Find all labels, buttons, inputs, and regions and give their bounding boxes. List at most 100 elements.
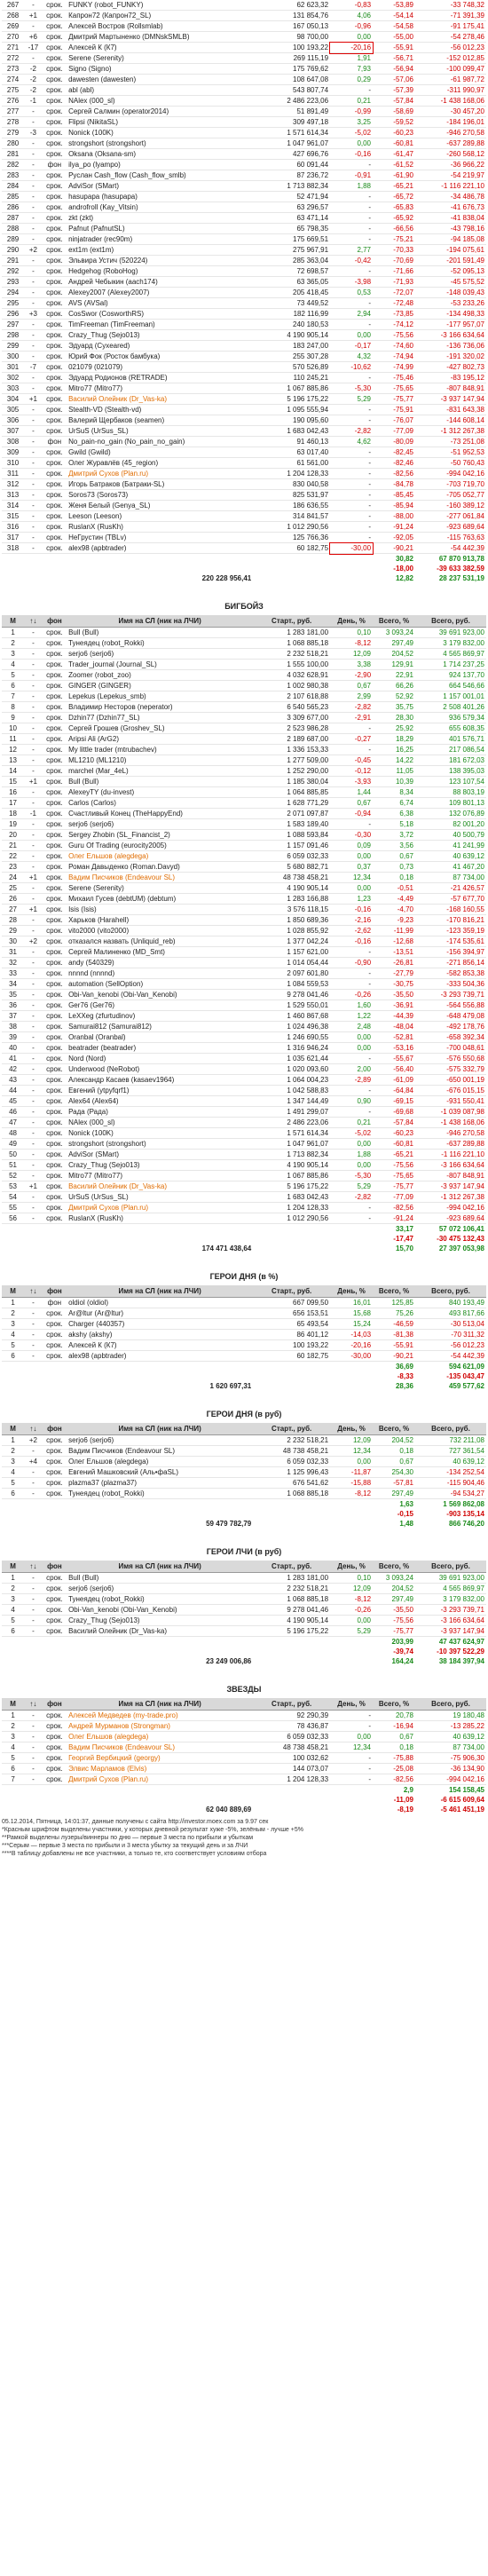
cell-start: 2 107 618,88 [253,691,331,702]
cell-start: 2 071 097,87 [253,808,331,819]
cell-total-rub: 401 576,71 [414,733,486,745]
cell-start: 1 683 042,43 [253,1191,331,1203]
cell-day: 5,29 [330,1625,374,1637]
cell-name: Тунеядец (robot_Rokki) [67,1488,254,1499]
cell-start: 63 017,40 [253,446,331,458]
summary-start-total [2,1371,253,1381]
table-row: 15 +1 срок. Bull (Bull) 1 185 380,04 -3,93 10,… [2,776,486,787]
cell-start: 2 232 518,21 [253,1583,331,1594]
footer-line: **Рамкой выделены лузеры/виннеры по дню … [2,1835,254,1841]
cell-name: Алексей К (К7) [67,42,254,53]
cell-name: Алексей К (К7) [67,1339,254,1351]
cell-total-pct: 0,18 [373,1742,415,1753]
table-row: 301 -7 срок. 021079 (021079) 570 526,89 -10,6… [2,361,486,373]
cell-forum: срок. [42,765,67,777]
cell-forum: срок. [42,1138,67,1150]
table-row: 35- срок. Obi-Van_kenobi (Obi-Van_Kenobi) 9… [2,989,486,1000]
cell-forum: срок. [42,1625,67,1637]
cell-rank: 292 [2,265,25,277]
cell-total-pct: -75,21 [373,233,415,245]
cell-start: 1 068 885,18 [253,1593,331,1605]
cell-total-rub: -576 550,68 [414,1053,486,1064]
cell-day: -0,16 [330,904,374,915]
table-row: 317- срок. НеГрустин (TBLv) 125 766,36- -92,… [2,532,486,543]
cell-forum: срок. [42,223,67,234]
cell-change: - [24,1625,43,1637]
table-row: 269- срок. Алексей Востров (Rollsmlab) 167 … [2,20,486,32]
cell-change: - [24,510,43,522]
cell-start: 543 807,74 [253,84,331,96]
table-row: 13- срок. ML1210 (ML1210) 1 277 509,00 -0,45… [2,755,486,766]
cell-rank: 284 [2,180,25,192]
cell-day: 0,00 [330,882,374,894]
cell-forum: срок. [42,255,67,266]
cell-change: - [24,989,43,1000]
cell-day: -8,12 [330,1488,374,1499]
cell-total-rub: -931 550,41 [414,1095,486,1107]
cell-start: 108 647,08 [253,74,331,85]
footer-line: *Красным шрифтом выделены участники, у к… [2,1827,303,1833]
cell-day: 1,44 [330,786,374,798]
cell-day: 0,90 [330,1095,374,1107]
summary-rub: 459 577,62 [448,1382,484,1390]
cell-total-pct: -57,39 [373,84,415,96]
cell-start: 175 669,51 [253,233,331,245]
heroes-pct-table: М ↑↓ фон Имя на СЛ (ник на ЛЧИ) Старт., … [2,1285,486,1391]
cell-total-rub: -152 012,85 [414,52,486,64]
cell-change: +3 [24,308,43,320]
table-row: 27 +1 срок. Isis (Isis) 3 576 118,15 -0,16 -4,… [2,904,486,915]
table-row: 2- срок. Ar@ltur (Ar@ltur) 656 153,51 15,68 7… [2,1308,486,1319]
cell-name: strongshort (strongshort) [67,138,254,149]
cell-total-pct: -55,91 [373,1339,415,1351]
cell-rank: 299 [2,340,25,352]
cell-day: - [330,968,374,979]
cell-total-pct: -54,14 [373,10,415,21]
cell-total-pct: -74,12 [373,319,415,330]
summary-pct: -18,00 [393,565,413,573]
cell-total-pct: -61,90 [373,170,415,181]
cell-change: - [24,1191,43,1203]
summary-start-total [2,564,253,573]
cell-total-pct: -75,91 [373,404,415,415]
cell-day: - [330,457,374,469]
cell-day: 2,48 [330,1021,374,1032]
cell-forum: срок. [42,723,67,734]
cell-name: abl (abl) [67,84,254,96]
col-start: Старт., руб. [253,1561,331,1573]
table-row: 4- срок. Trader_journal (Journal_SL) 1 555 … [2,659,486,670]
cell-name: Dzhin77 (Dzhin77_SL) [67,712,254,723]
cell-forum: срок. [42,1350,67,1362]
cell-total-rub: -1 312 267,38 [414,1191,486,1203]
cell-total-rub: 181 672,03 [414,755,486,766]
cell-forum: срок. [42,1604,67,1616]
cell-total-pct: -85,94 [373,500,415,511]
cell-total-pct: -61,09 [373,1074,415,1086]
cell-rank: 280 [2,138,25,149]
cell-name: NAlex (000_sl) [67,95,254,107]
cell-name: strongshort (strongshort) [67,1138,254,1150]
summary-rub: -903 135,14 [446,1510,484,1518]
table-row: 4- срок. akshy (akshy) 86 401,12 -14,03 -81,3… [2,1329,486,1340]
table-row: 16- срок. AlexeyTY (du-invest) 1 064 885,85… [2,786,486,798]
table-row: 1- срок. Bull (Bull) 1 283 181,00 0,10 3 093,… [2,627,486,638]
cell-start: 1 012 290,56 [253,521,331,533]
cell-total-pct: -90,21 [373,1350,415,1362]
table-row: 19- срок. serjo6 (serjo6) 1 583 189,40-5,18… [2,818,486,830]
cell-total-pct: -55,67 [373,1053,415,1064]
cell-change: - [24,468,43,479]
cell-day: -5,30 [330,1170,374,1181]
cell-total-rub: 4 565 869,97 [414,1583,486,1594]
cell-day: -20,16 [329,41,374,54]
cell-change: - [24,1350,43,1362]
table-row: 26- срок. Михаил Гусев (debtUM) (debtum) 1 … [2,893,486,905]
cell-total-pct: -75,56 [373,1159,415,1171]
cell-total-pct: 204,52 [373,1434,415,1446]
cell-start: 60 182,75 [253,542,331,554]
cell-name: Сергей Грошев (Groshev_SL) [67,723,254,734]
cell-start: 63 296,57 [253,201,331,213]
cell-start: 1 377 042,24 [253,936,331,947]
cell-rank: 38 [2,1021,25,1032]
cell-total-rub: -946 270,58 [414,127,486,138]
summary-rub: -5 461 451,19 [440,1806,484,1813]
table-row: 42- срок. Underwood (NeRobot) 1 020 093,60 2… [2,1063,486,1075]
